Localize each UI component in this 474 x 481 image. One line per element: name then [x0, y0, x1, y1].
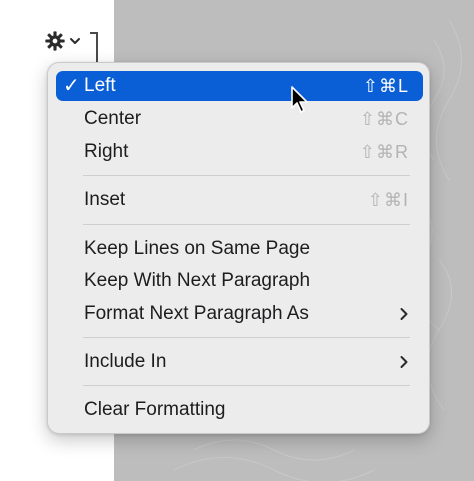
mouse-pointer-icon — [291, 86, 308, 113]
menu-item-label: Center — [84, 108, 142, 129]
menu-item-format-next-paragraph-as[interactable]: Format Next Paragraph As — [56, 299, 423, 329]
chevron-right-icon — [400, 308, 408, 320]
menu-item-keep-lines-on-same-page[interactable]: Keep Lines on Same Page — [56, 234, 423, 264]
menu-item-label: Format Next Paragraph As — [84, 303, 309, 324]
menu-item-left[interactable]: ✓ Left ⇧⌘L — [56, 71, 423, 101]
menu-item-label: Right — [84, 141, 129, 162]
gear-menu-button[interactable] — [44, 28, 88, 54]
menu-separator — [83, 224, 410, 225]
menu-item-label: Left — [84, 75, 116, 96]
menu-item-clear-formatting[interactable]: Clear Formatting — [56, 395, 423, 425]
menu-item-label: Include In — [84, 351, 167, 372]
menu-item-keep-with-next-paragraph[interactable]: Keep With Next Paragraph — [56, 266, 423, 296]
menu-item-center[interactable]: Center ⇧⌘C — [56, 104, 423, 134]
menu-item-include-in[interactable]: Include In — [56, 347, 423, 377]
chevron-down-icon — [70, 38, 80, 44]
menu-item-shortcut: ⇧⌘R — [359, 142, 409, 162]
gear-icon — [45, 31, 65, 51]
menu-separator — [83, 337, 410, 338]
menu-item-label: Keep Lines on Same Page — [84, 238, 311, 259]
menu-separator — [83, 385, 410, 386]
bracket-divider — [90, 32, 98, 62]
menu-separator — [83, 175, 410, 176]
menu-item-label: Clear Formatting — [84, 399, 226, 420]
checkmark-icon: ✓ — [63, 75, 80, 97]
menu-item-shortcut: ⇧⌘I — [367, 190, 409, 210]
screen: ✓ Left ⇧⌘L Center ⇧⌘C Right ⇧⌘R Inset ⇧⌘… — [0, 0, 474, 481]
alignment-menu: ✓ Left ⇧⌘L Center ⇧⌘C Right ⇧⌘R Inset ⇧⌘… — [47, 62, 430, 434]
menu-item-inset[interactable]: Inset ⇧⌘I — [56, 185, 423, 215]
menu-item-label: Inset — [84, 189, 126, 210]
menu-item-right[interactable]: Right ⇧⌘R — [56, 137, 423, 167]
menu-item-shortcut: ⇧⌘C — [359, 109, 409, 129]
chevron-right-icon — [400, 356, 408, 368]
menu-item-shortcut: ⇧⌘L — [362, 76, 409, 96]
menu-item-label: Keep With Next Paragraph — [84, 270, 311, 291]
